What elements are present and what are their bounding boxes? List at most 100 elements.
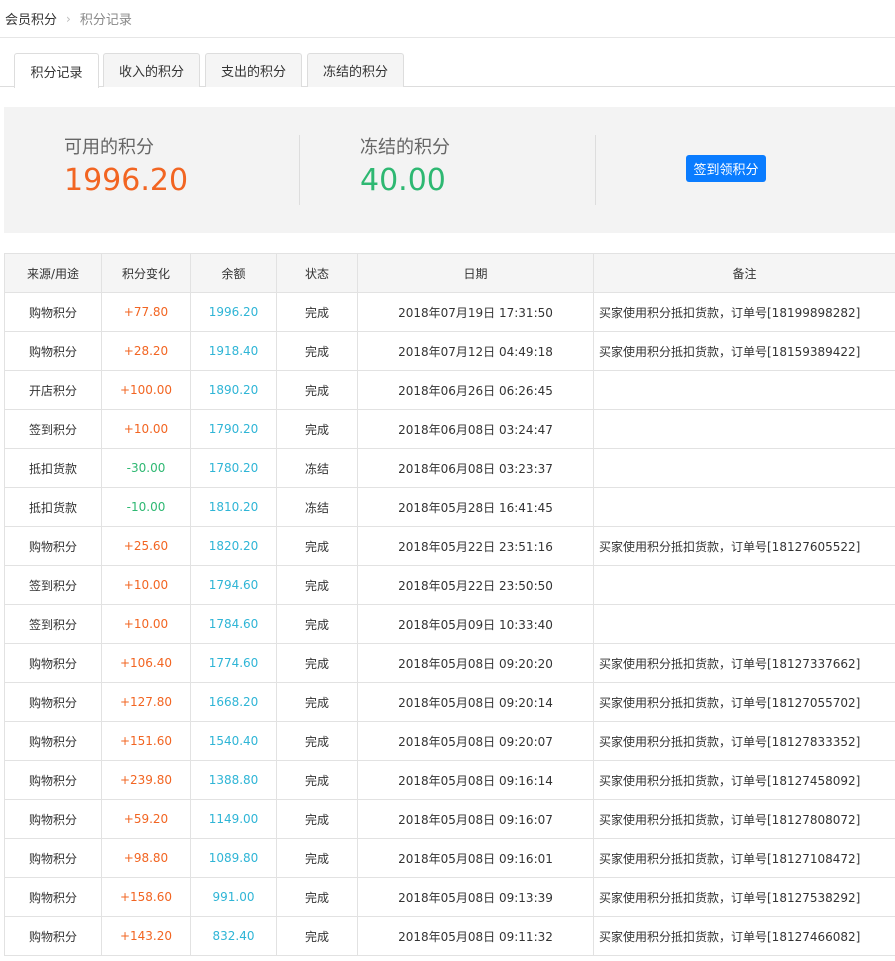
header-note: 备注 bbox=[593, 253, 895, 293]
cell-change: +10.00 bbox=[101, 565, 191, 605]
frozen-points-label: 冻结的积分 bbox=[360, 137, 450, 158]
cell-note bbox=[593, 487, 895, 527]
cell-change: +239.80 bbox=[101, 760, 191, 800]
cell-note bbox=[593, 409, 895, 449]
cell-date: 2018年05月22日 23:50:50 bbox=[357, 565, 594, 605]
cell-date: 2018年05月08日 09:11:32 bbox=[357, 916, 594, 956]
available-points-value: 1996.20 bbox=[64, 163, 189, 198]
cell-status: 完成 bbox=[276, 877, 358, 917]
cell-status: 完成 bbox=[276, 721, 358, 761]
cell-status: 冻结 bbox=[276, 448, 358, 488]
cell-source: 购物积分 bbox=[4, 877, 102, 917]
points-records-table-wrapper: 来源/用途 积分变化 余额 状态 日期 备注 购物积分 +77.80 1996.20… bbox=[4, 253, 895, 956]
cell-note: 买家使用积分抵扣货款，订单号[18199898282] bbox=[593, 292, 895, 332]
table-row: 购物积分 +28.20 1918.40 完成 2018年07月12日 04:49:18 买… bbox=[4, 331, 895, 371]
cell-balance: 832.40 bbox=[190, 916, 277, 956]
header-change: 积分变化 bbox=[101, 253, 191, 293]
cell-balance: 1790.20 bbox=[190, 409, 277, 449]
table-row: 签到积分 +10.00 1784.60 完成 2018年05月09日 10:33:40 bbox=[4, 604, 895, 644]
cell-status: 完成 bbox=[276, 760, 358, 800]
cell-change: +10.00 bbox=[101, 604, 191, 644]
frozen-points-stat: 冻结的积分 40.00 bbox=[360, 137, 450, 199]
cell-balance: 1890.20 bbox=[190, 370, 277, 410]
cell-status: 完成 bbox=[276, 799, 358, 839]
tab-frozen-points[interactable]: 冻结的积分 bbox=[307, 53, 404, 87]
cell-balance: 1780.20 bbox=[190, 448, 277, 488]
tab-expense-points[interactable]: 支出的积分 bbox=[205, 53, 302, 87]
cell-date: 2018年06月08日 03:23:37 bbox=[357, 448, 594, 488]
divider bbox=[299, 135, 300, 205]
cell-balance: 1149.00 bbox=[190, 799, 277, 839]
cell-source: 签到积分 bbox=[4, 604, 102, 644]
table-row: 购物积分 +77.80 1996.20 完成 2018年07月19日 17:31:50 买… bbox=[4, 292, 895, 332]
cell-change: +151.60 bbox=[101, 721, 191, 761]
cell-date: 2018年05月08日 09:20:14 bbox=[357, 682, 594, 722]
cell-source: 购物积分 bbox=[4, 292, 102, 332]
table-row: 签到积分 +10.00 1790.20 完成 2018年06月08日 03:24:47 bbox=[4, 409, 895, 449]
cell-source: 购物积分 bbox=[4, 760, 102, 800]
cell-change: +98.80 bbox=[101, 838, 191, 878]
cell-date: 2018年05月08日 09:16:01 bbox=[357, 838, 594, 878]
cell-change: +10.00 bbox=[101, 409, 191, 449]
cell-status: 完成 bbox=[276, 292, 358, 332]
tab-points-records[interactable]: 积分记录 bbox=[14, 53, 99, 88]
cell-change: +77.80 bbox=[101, 292, 191, 332]
table-row: 购物积分 +143.20 832.40 完成 2018年05月08日 09:11:32 买… bbox=[4, 916, 895, 956]
cell-source: 签到积分 bbox=[4, 565, 102, 605]
cell-status: 完成 bbox=[276, 838, 358, 878]
cell-change: +106.40 bbox=[101, 643, 191, 683]
cell-note: 买家使用积分抵扣货款，订单号[18127458092] bbox=[593, 760, 895, 800]
breadcrumb-root[interactable]: 会员积分 bbox=[5, 9, 57, 28]
cell-status: 完成 bbox=[276, 643, 358, 683]
cell-balance: 1918.40 bbox=[190, 331, 277, 371]
cell-change: +59.20 bbox=[101, 799, 191, 839]
cell-balance: 1810.20 bbox=[190, 487, 277, 527]
cell-note: 买家使用积分抵扣货款，订单号[18127108472] bbox=[593, 838, 895, 878]
cell-date: 2018年06月08日 03:24:47 bbox=[357, 409, 594, 449]
cell-note: 买家使用积分抵扣货款，订单号[18127605522] bbox=[593, 526, 895, 566]
table-header-row: 来源/用途 积分变化 余额 状态 日期 备注 bbox=[4, 253, 895, 293]
breadcrumb: 会员积分 › 积分记录 bbox=[0, 0, 895, 38]
tab-income-points[interactable]: 收入的积分 bbox=[103, 53, 200, 87]
cell-source: 购物积分 bbox=[4, 331, 102, 371]
table-row: 签到积分 +10.00 1794.60 完成 2018年05月22日 23:50:50 bbox=[4, 565, 895, 605]
cell-date: 2018年05月08日 09:16:07 bbox=[357, 799, 594, 839]
cell-change: +28.20 bbox=[101, 331, 191, 371]
cell-note: 买家使用积分抵扣货款，订单号[18127466082] bbox=[593, 916, 895, 956]
table-row: 购物积分 +239.80 1388.80 完成 2018年05月08日 09:16:14… bbox=[4, 760, 895, 800]
cell-note: 买家使用积分抵扣货款，订单号[18127055702] bbox=[593, 682, 895, 722]
cell-status: 完成 bbox=[276, 370, 358, 410]
table-row: 购物积分 +59.20 1149.00 完成 2018年05月08日 09:16:07 买… bbox=[4, 799, 895, 839]
table-row: 抵扣货款 -30.00 1780.20 冻结 2018年06月08日 03:23:37 bbox=[4, 448, 895, 488]
table-row: 购物积分 +106.40 1774.60 完成 2018年05月08日 09:20:20… bbox=[4, 643, 895, 683]
cell-date: 2018年05月08日 09:20:07 bbox=[357, 721, 594, 761]
cell-date: 2018年05月08日 09:16:14 bbox=[357, 760, 594, 800]
table-row: 购物积分 +25.60 1820.20 完成 2018年05月22日 23:51:16 买… bbox=[4, 526, 895, 566]
cell-balance: 1089.80 bbox=[190, 838, 277, 878]
cell-note bbox=[593, 604, 895, 644]
cell-change: +25.60 bbox=[101, 526, 191, 566]
breadcrumb-current: 积分记录 bbox=[79, 13, 132, 28]
cell-balance: 1540.40 bbox=[190, 721, 277, 761]
cell-note bbox=[593, 448, 895, 488]
cell-change: +158.60 bbox=[101, 877, 191, 917]
cell-note bbox=[593, 565, 895, 605]
cell-change: -30.00 bbox=[101, 448, 191, 488]
cell-source: 购物积分 bbox=[4, 721, 102, 761]
cell-balance: 1784.60 bbox=[190, 604, 277, 644]
cell-date: 2018年05月22日 23:51:16 bbox=[357, 526, 594, 566]
cell-change: +100.00 bbox=[101, 370, 191, 410]
cell-balance: 1996.20 bbox=[190, 292, 277, 332]
available-points-stat: 可用的积分 1996.20 bbox=[64, 137, 188, 199]
chevron-right-icon: › bbox=[66, 11, 71, 26]
cell-source: 购物积分 bbox=[4, 682, 102, 722]
cell-balance: 1668.20 bbox=[190, 682, 277, 722]
points-records-table: 来源/用途 积分变化 余额 状态 日期 备注 购物积分 +77.80 1996.20… bbox=[4, 253, 895, 956]
cell-source: 抵扣货款 bbox=[4, 487, 102, 527]
cell-balance: 1820.20 bbox=[190, 526, 277, 566]
table-row: 购物积分 +158.60 991.00 完成 2018年05月08日 09:13:39 买… bbox=[4, 877, 895, 917]
frozen-points-value: 40.00 bbox=[360, 163, 446, 198]
cell-source: 购物积分 bbox=[4, 643, 102, 683]
sign-in-for-points-button[interactable]: 签到领积分 bbox=[686, 155, 766, 182]
available-points-label: 可用的积分 bbox=[64, 137, 154, 158]
